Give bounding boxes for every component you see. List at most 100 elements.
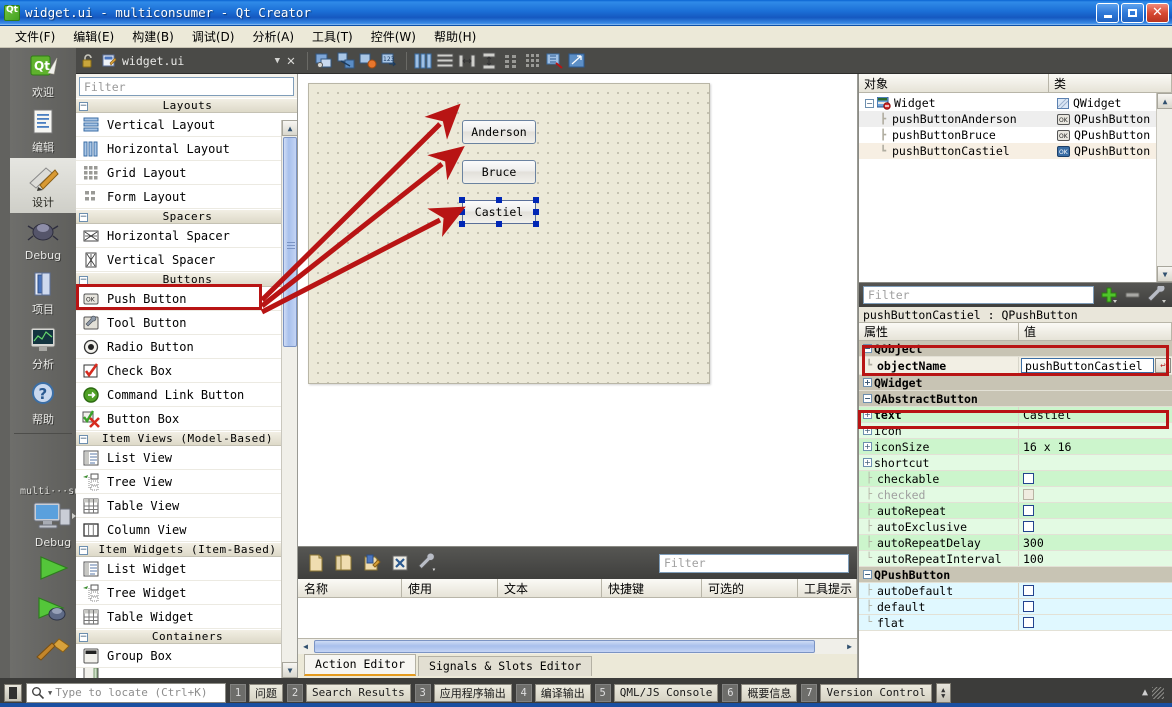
widget-item-table-view[interactable]: Table View — [76, 494, 297, 518]
output-button-summary[interactable]: 6 概要信息 — [722, 683, 798, 703]
autoexclusive-checkbox[interactable] — [1023, 521, 1034, 532]
form-button-bruce[interactable]: Bruce — [462, 160, 536, 184]
copy-icon[interactable] — [334, 553, 354, 573]
property-row-autodefault[interactable]: ├ autoDefault — [859, 583, 1172, 599]
property-filter-input[interactable]: Filter — [863, 286, 1094, 304]
widget-category-spacers[interactable]: − Spacers — [76, 209, 297, 224]
action-horizontal-scrollbar[interactable]: ◀ ▶ — [298, 639, 857, 654]
layout-vertically-tool[interactable] — [434, 50, 456, 72]
revert-property-button[interactable]: ↩ — [1155, 358, 1171, 373]
flat-checkbox[interactable] — [1023, 617, 1034, 628]
property-row-shortcut[interactable]: + shortcut — [859, 455, 1172, 471]
object-inspector-scrollbar[interactable]: ▲ ▼ — [1156, 93, 1172, 282]
property-row-autorepeatinterval[interactable]: └ autoRepeatInterval 100 — [859, 551, 1172, 567]
widget-item-command-link-button[interactable]: Command Link Button — [76, 383, 297, 407]
layout-form-tool[interactable] — [500, 50, 522, 72]
property-row-text[interactable]: + text Castiel — [859, 407, 1172, 423]
maximize-button[interactable] — [1121, 2, 1144, 23]
menu-file[interactable]: 文件(F) — [6, 26, 64, 47]
object-row-widget[interactable]: − Widget QWidget — [859, 95, 1172, 111]
expand-icon[interactable]: + — [863, 426, 872, 435]
widget-item-horizontal-spacer[interactable]: Horizontal Spacer — [76, 224, 297, 248]
wrench-icon[interactable] — [1148, 286, 1168, 304]
menu-debug[interactable]: 调试(D) — [183, 26, 244, 47]
collapse-icon[interactable]: − — [865, 98, 874, 108]
expand-output-icon[interactable]: ▲ — [1142, 687, 1148, 698]
mode-debug[interactable]: Debug — [10, 213, 76, 265]
output-pane-spinner[interactable]: ▲ ▼ — [935, 682, 951, 703]
widget-category-item-views[interactable]: − Item Views (Model-Based) — [76, 431, 297, 446]
property-row-autoexclusive[interactable]: ├ autoExclusive — [859, 519, 1172, 535]
column-header-name[interactable]: 名称 — [298, 579, 402, 597]
widget-category-buttons[interactable]: − Buttons — [76, 272, 297, 287]
layout-grid-tool[interactable] — [522, 50, 544, 72]
collapse-icon[interactable]: − — [863, 570, 872, 579]
scroll-right-icon[interactable]: ▶ — [842, 642, 857, 651]
action-filter-input[interactable]: Filter — [659, 553, 849, 573]
mode-welcome[interactable]: Qt 欢迎 — [10, 48, 76, 103]
collapse-icon[interactable]: − — [79, 546, 88, 555]
property-row-iconsize[interactable]: + iconSize 16 x 16 — [859, 439, 1172, 455]
layout-splitter-horizontal-tool[interactable] — [456, 50, 478, 72]
menu-help[interactable]: 帮助(H) — [425, 26, 485, 47]
widget-box-filter-input[interactable]: Filter — [79, 77, 294, 96]
menu-build[interactable]: 构建(B) — [123, 26, 183, 47]
property-group-qwidget[interactable]: + QWidget — [859, 375, 1172, 391]
column-header-used[interactable]: 使用 — [402, 579, 498, 597]
plus-green-icon[interactable] — [1100, 286, 1118, 304]
property-row-autorepeat[interactable]: ├ autoRepeat — [859, 503, 1172, 519]
locator-input[interactable]: ▼ Type to locate (Ctrl+K) — [26, 682, 226, 703]
widget-item-partial[interactable] — [76, 668, 297, 678]
edit-buddies-tool[interactable] — [357, 50, 379, 72]
collapse-icon[interactable]: − — [79, 213, 88, 222]
property-group-qpushbutton[interactable]: − QPushButton — [859, 567, 1172, 583]
property-row-flat[interactable]: └ flat — [859, 615, 1172, 631]
widget-item-grid-layout[interactable]: Grid Layout — [76, 161, 297, 185]
property-group-qabstractbutton[interactable]: − QAbstractButton — [859, 391, 1172, 407]
menu-edit[interactable]: 编辑(E) — [64, 26, 123, 47]
mode-design[interactable]: 设计 — [10, 158, 76, 213]
widget-category-containers[interactable]: − Containers — [76, 629, 297, 644]
object-row-anderson[interactable]: ┣ pushButtonAnderson OK QPushButton — [859, 111, 1172, 127]
collapse-icon[interactable]: − — [79, 435, 88, 444]
mode-edit[interactable]: 编辑 — [10, 103, 76, 158]
widget-item-radio-button[interactable]: Radio Button — [76, 335, 297, 359]
widget-category-item-widgets[interactable]: − Item Widgets (Item-Based) — [76, 542, 297, 557]
object-row-castiel[interactable]: ┗ pushButtonCastiel OK QPushButton — [859, 143, 1172, 159]
break-layout-tool[interactable] — [544, 50, 566, 72]
output-button-application-output[interactable]: 3 应用程序输出 — [414, 683, 512, 703]
column-header-object[interactable]: 对象 — [859, 74, 1049, 92]
menu-tools[interactable]: 工具(T) — [303, 26, 362, 47]
scroll-down-icon[interactable]: ▼ — [1157, 266, 1172, 282]
widget-item-list-widget[interactable]: List Widget — [76, 557, 297, 581]
widget-item-form-layout[interactable]: Form Layout — [76, 185, 297, 209]
widget-box-scrollbar[interactable]: ▲ ▼ — [281, 120, 297, 678]
output-button-search-results[interactable]: 2 Search Results — [287, 683, 411, 703]
menu-widgets[interactable]: 控件(W) — [362, 26, 425, 47]
layout-splitter-vertical-tool[interactable] — [478, 50, 500, 72]
widget-item-list-view[interactable]: List View — [76, 446, 297, 470]
toggle-sidebar-icon[interactable] — [4, 683, 22, 702]
property-group-qobject[interactable]: − QObject — [859, 341, 1172, 357]
adjust-size-tool[interactable] — [566, 50, 588, 72]
tab-action-editor[interactable]: Action Editor — [304, 654, 417, 676]
scroll-up-icon[interactable]: ▲ — [282, 120, 297, 136]
expand-icon[interactable]: + — [863, 442, 872, 451]
wrench-icon[interactable] — [418, 553, 438, 573]
widget-item-button-box[interactable]: Button Box — [76, 407, 297, 431]
autorepeat-checkbox[interactable] — [1023, 505, 1034, 516]
collapse-icon[interactable]: − — [863, 394, 872, 403]
object-row-bruce[interactable]: ┣ pushButtonBruce OK QPushButton — [859, 127, 1172, 143]
property-row-checked[interactable]: ├ checked — [859, 487, 1172, 503]
form-button-anderson[interactable]: Anderson — [462, 120, 536, 144]
expand-icon[interactable]: + — [863, 458, 872, 467]
scroll-up-icon[interactable]: ▲ — [1157, 93, 1172, 109]
resize-grip-icon[interactable] — [1152, 686, 1164, 699]
column-header-value[interactable]: 值 — [1019, 323, 1172, 340]
property-row-objectname[interactable]: ┗ objectName pushButtonCastiel ↩ — [859, 357, 1172, 375]
widget-item-tree-widget[interactable]: Tree Widget — [76, 581, 297, 605]
widget-item-vertical-layout[interactable]: Vertical Layout — [76, 113, 297, 137]
expand-icon[interactable]: + — [863, 410, 872, 419]
edit-widgets-tool[interactable] — [313, 50, 335, 72]
minus-gray-icon[interactable] — [1124, 288, 1142, 302]
